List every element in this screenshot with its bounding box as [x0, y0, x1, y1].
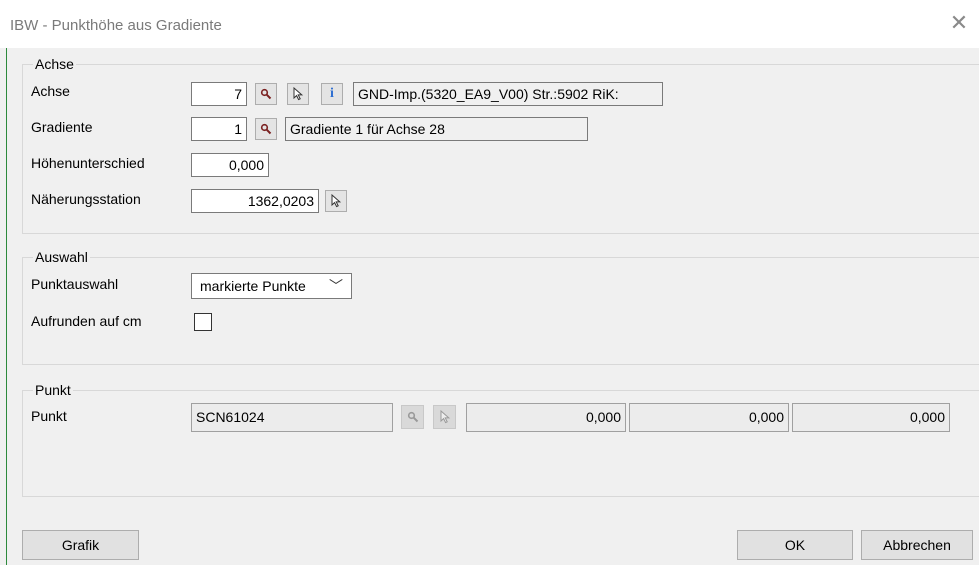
- punkt-search-button[interactable]: [401, 405, 424, 429]
- punkt-x-field: 0,000: [466, 403, 626, 432]
- gradiente-input[interactable]: 1: [191, 117, 247, 141]
- abbrechen-button[interactable]: Abbrechen: [861, 530, 973, 560]
- auswahl-group: Auswahl: [22, 249, 979, 365]
- info-icon: i: [330, 86, 334, 101]
- achse-pick-button[interactable]: [287, 83, 309, 105]
- ok-button[interactable]: OK: [737, 530, 853, 560]
- cursor-icon: [331, 194, 342, 208]
- magnifier-icon: [260, 123, 272, 135]
- chevron-down-icon: ﹀: [329, 278, 343, 294]
- hoehenunterschied-input[interactable]: 0,000: [191, 153, 269, 177]
- achse-input[interactable]: 7: [191, 82, 247, 106]
- auswahl-group-legend: Auswahl: [33, 249, 90, 265]
- naeherungsstation-label: Näherungsstation: [31, 191, 141, 207]
- naeherungsstation-input[interactable]: 1362,0203: [191, 189, 319, 213]
- close-icon[interactable]: ✕: [949, 12, 969, 34]
- achse-search-button[interactable]: [255, 83, 277, 105]
- gradiente-search-button[interactable]: [255, 118, 277, 140]
- magnifier-icon: [260, 88, 272, 100]
- punktauswahl-label: Punktauswahl: [31, 276, 119, 292]
- grafik-button[interactable]: Grafik: [22, 530, 139, 560]
- achse-label: Achse: [31, 83, 70, 99]
- cursor-icon: [293, 87, 304, 101]
- window-title: IBW - Punkthöhe aus Gradiente: [10, 17, 222, 34]
- punkt-input[interactable]: SCN61024: [191, 403, 393, 432]
- punktauswahl-select[interactable]: markierte Punkte ﹀: [191, 273, 352, 299]
- punkt-y-field: 0,000: [629, 403, 789, 432]
- punkt-z-field: 0,000: [792, 403, 950, 432]
- punktauswahl-selected-value: markierte Punkte: [200, 278, 306, 294]
- magnifier-icon: [407, 411, 418, 423]
- cursor-icon: [440, 410, 450, 424]
- aufrunden-checkbox[interactable]: [194, 313, 212, 331]
- achse-group-legend: Achse: [33, 56, 76, 72]
- aufrunden-label: Aufrunden auf cm: [31, 313, 142, 329]
- punkt-label: Punkt: [31, 408, 67, 424]
- gradiente-description-field: Gradiente 1 für Achse 28: [285, 117, 588, 141]
- achse-info-button[interactable]: i: [321, 83, 343, 105]
- achse-description-field: GND-Imp.(5320_EA9_V00) Str.:5902 RiK:: [353, 82, 663, 106]
- station-pick-button[interactable]: [325, 190, 347, 212]
- punkt-pick-button[interactable]: [433, 405, 456, 429]
- hoehenunterschied-label: Höhenunterschied: [31, 155, 145, 171]
- punkt-group-legend: Punkt: [33, 382, 73, 398]
- gradiente-label: Gradiente: [31, 119, 93, 135]
- title-bar: IBW - Punkthöhe aus Gradiente ✕: [0, 0, 979, 48]
- window-edge: [6, 48, 7, 565]
